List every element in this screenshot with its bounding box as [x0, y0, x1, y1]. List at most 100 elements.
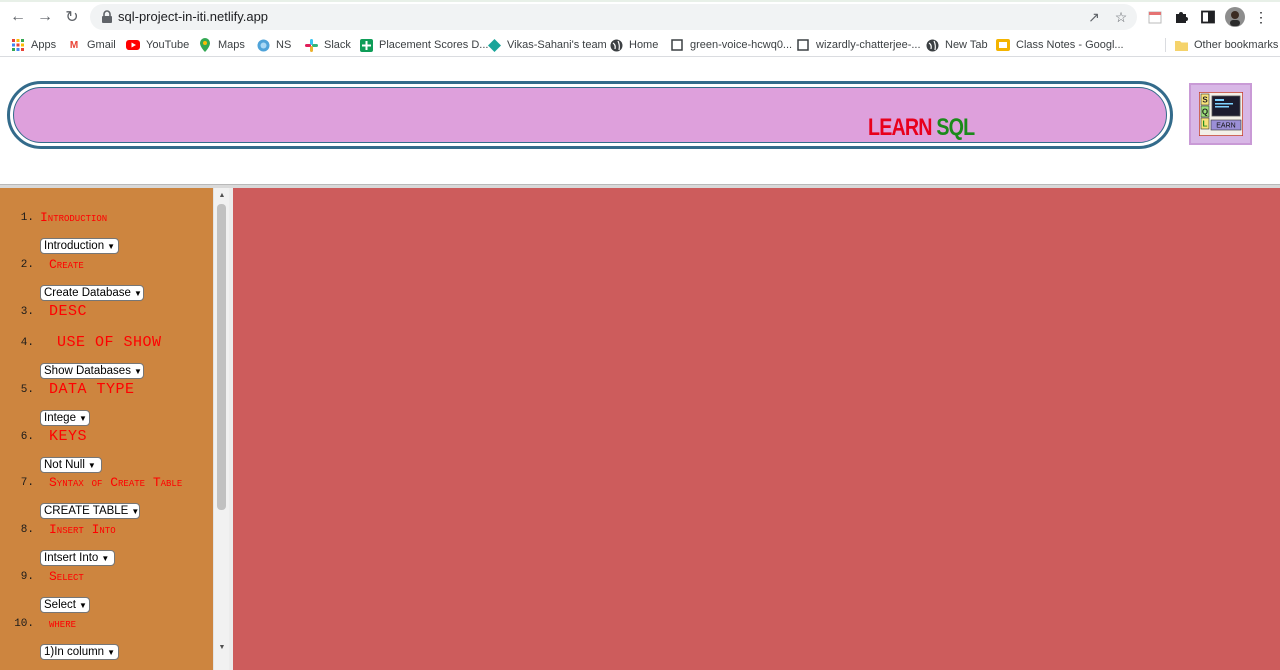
share-icon[interactable]: ↗ — [1085, 8, 1103, 26]
back-arrow-icon[interactable]: ← — [7, 6, 29, 28]
topic-number: 6. — [20, 431, 34, 443]
sheets-plus-icon — [359, 38, 373, 52]
slack-icon — [304, 38, 318, 52]
svg-text:EARN: EARN — [1216, 123, 1235, 130]
svg-text:S: S — [1202, 96, 1208, 105]
globe-icon — [609, 38, 623, 52]
select-dropdown[interactable]: Select ▼ — [40, 597, 90, 613]
bookmark-label: Vikas-Sahani's team — [507, 39, 607, 51]
show-dropdown[interactable]: Show Databases ▼ — [40, 363, 144, 379]
side-panel-icon[interactable] — [1197, 6, 1219, 28]
topic-title[interactable]: where — [49, 616, 76, 631]
bookmark-placement-scores[interactable]: Placement Scores D... — [359, 36, 488, 54]
bookmark-gmail[interactable]: M Gmail — [67, 36, 116, 54]
profile-avatar[interactable] — [1224, 6, 1246, 28]
scrollbar-thumb[interactable] — [217, 204, 226, 510]
bookmark-slack[interactable]: Slack — [304, 36, 351, 54]
create-table-dropdown[interactable]: CREATE TABLE ▼ — [40, 503, 140, 519]
topic-title[interactable]: Select — [49, 569, 84, 584]
chevron-down-icon: ▼ — [131, 506, 140, 516]
bookmark-label: green-voice-hcwq0... — [690, 39, 793, 51]
topic-title[interactable]: KEYS — [49, 428, 87, 445]
gmail-icon: M — [69, 39, 79, 51]
other-bookmarks-label: Other bookmarks — [1194, 39, 1279, 51]
where-dropdown[interactable]: 1)In column ▼ — [40, 644, 119, 660]
create-dropdown[interactable]: Create Database ▼ — [40, 285, 144, 301]
chevron-down-icon: ▼ — [107, 241, 116, 251]
page-square-icon — [670, 38, 684, 52]
topic-title[interactable]: DATA TYPE — [49, 381, 135, 398]
site-title: LEARN SQL — [868, 114, 975, 142]
topic-number: 9. — [20, 571, 34, 583]
bookmark-label: YouTube — [146, 39, 190, 51]
bookmark-label: NS — [276, 39, 292, 51]
site-logo[interactable]: S Q L EARN — [1189, 83, 1252, 145]
content-frame[interactable] — [233, 188, 1280, 670]
menu-kebab-icon[interactable]: ⋮ — [1250, 6, 1272, 28]
reload-icon[interactable]: ↻ — [61, 6, 83, 28]
scroll-up-arrow-icon[interactable]: ▲ — [214, 188, 230, 202]
bookmark-new-tab[interactable]: New Tab — [925, 36, 988, 54]
data-type-dropdown[interactable]: Intege ▼ — [40, 410, 90, 426]
topic-title[interactable]: Insert Into — [49, 522, 116, 537]
page-load-indicator — [0, 0, 1280, 2]
bookmark-label: Placement Scores D... — [379, 39, 489, 51]
bookmark-green-voice[interactable]: green-voice-hcwq0... — [670, 36, 792, 54]
topic-title[interactable]: Syntax of Create Table — [49, 475, 182, 490]
bookmark-label: Maps — [218, 39, 245, 51]
chevron-down-icon: ▼ — [87, 460, 96, 470]
bookmarks-separator — [1165, 38, 1166, 52]
introduction-dropdown[interactable]: Introduction ▼ — [40, 238, 119, 254]
bookmark-label: Class Notes - Googl... — [1016, 39, 1124, 51]
page-header: LEARN SQL S Q L EARN — [0, 58, 1280, 184]
calendar-extension-icon[interactable] — [1144, 6, 1166, 28]
topic-title[interactable]: USE OF SHOW — [57, 334, 162, 351]
bookmark-wizardly-chatterjee[interactable]: wizardly-chatterjee-... — [796, 36, 921, 54]
globe-icon — [925, 38, 939, 52]
other-bookmarks-folder[interactable]: Other bookmarks — [1174, 36, 1278, 54]
bookmark-youtube[interactable]: YouTube — [126, 36, 189, 54]
bookmark-home[interactable]: Home — [609, 36, 658, 54]
bookmark-label: Gmail — [87, 39, 116, 51]
chevron-down-icon: ▼ — [78, 413, 87, 423]
bookmark-apps[interactable]: Apps — [11, 36, 56, 54]
slides-icon — [996, 38, 1010, 52]
scroll-down-arrow-icon[interactable]: ▼ — [214, 640, 230, 654]
address-bar[interactable]: sql-project-in-iti.netlify.app ↗ ☆ — [90, 4, 1137, 30]
topic-number: 5. — [20, 384, 34, 396]
bookmark-vikas-team[interactable]: Vikas-Sahani's team — [487, 36, 607, 54]
chevron-down-icon: ▼ — [133, 366, 142, 376]
title-banner-fill: LEARN SQL — [13, 87, 1167, 143]
keys-dropdown[interactable]: Not Null ▼ — [40, 457, 102, 473]
forward-arrow-icon[interactable]: → — [34, 6, 56, 28]
topic-number: 2. — [20, 259, 34, 271]
url-text: sql-project-in-iti.netlify.app — [118, 9, 269, 24]
bookmark-label: New Tab — [945, 39, 988, 51]
lock-icon — [102, 10, 112, 23]
topic-title[interactable]: Introduction — [40, 210, 107, 225]
topic-title[interactable]: DESC — [49, 303, 87, 320]
learn-sql-logo-icon: S Q L EARN — [1198, 92, 1243, 136]
topic-number: 7. — [20, 477, 34, 489]
bookmark-ns[interactable]: NS — [256, 36, 291, 54]
topic-number: 3. — [20, 306, 34, 318]
insert-into-dropdown[interactable]: Intsert Into ▼ — [40, 550, 115, 566]
bookmark-star-icon[interactable]: ☆ — [1112, 8, 1130, 26]
chevron-down-icon: ▼ — [101, 553, 110, 563]
diamond-icon — [487, 38, 501, 52]
browser-toolbar: ← → ↻ sql-project-in-iti.netlify.app ↗ ☆… — [0, 0, 1280, 33]
apps-grid-icon — [11, 38, 25, 52]
title-learn: LEARN — [868, 114, 933, 141]
topic-number: 10. — [14, 618, 34, 630]
chevron-down-icon: ▼ — [133, 288, 142, 298]
title-banner: LEARN SQL — [7, 81, 1173, 149]
sidebar-scrollbar[interactable]: ▲ ▼ — [213, 188, 229, 670]
bookmark-maps[interactable]: Maps — [198, 36, 245, 54]
chevron-down-icon: ▼ — [107, 647, 116, 657]
extensions-puzzle-icon[interactable] — [1170, 6, 1192, 28]
bookmarks-bar: Apps M Gmail YouTube Maps NS Slack Placem… — [0, 33, 1280, 57]
bookmark-class-notes[interactable]: Class Notes - Googl... — [996, 36, 1124, 54]
svg-text:L: L — [1202, 120, 1207, 129]
topic-title[interactable]: Create — [49, 257, 84, 272]
youtube-icon — [126, 38, 140, 52]
